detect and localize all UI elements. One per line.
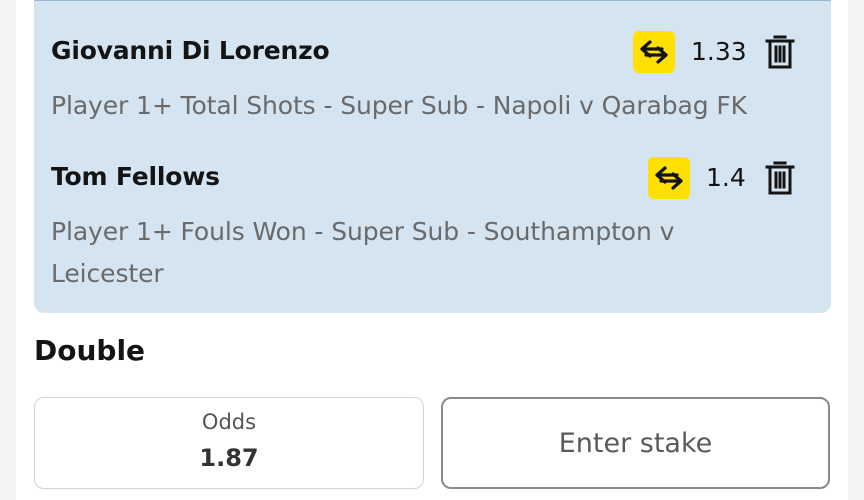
remove-selection-button[interactable] — [763, 160, 797, 196]
selection-odds: 1.4 — [706, 163, 746, 192]
selection-odds: 1.33 — [691, 37, 747, 66]
swap-selection-button[interactable] — [633, 31, 675, 73]
swap-arrows-icon — [640, 40, 668, 64]
trash-icon — [765, 161, 795, 195]
selection-name: Tom Fellows — [51, 162, 220, 191]
selection-market: Player 1+ Fouls Won - Super Sub - Southa… — [51, 217, 675, 246]
selections-panel: Giovanni Di Lorenzo 1.33 Player 1+ Total… — [34, 0, 831, 313]
swap-arrows-icon — [655, 166, 683, 190]
stake-placeholder: Enter stake — [558, 427, 713, 459]
swap-selection-button[interactable] — [648, 157, 690, 199]
stake-input[interactable]: Enter stake — [441, 397, 830, 489]
remove-selection-button[interactable] — [763, 34, 797, 70]
selection-market-continued: Leicester — [51, 259, 164, 288]
bet-type-title: Double — [34, 334, 146, 367]
odds-label: Odds — [201, 410, 257, 434]
combined-odds-box: Odds 1.87 — [34, 397, 424, 489]
odds-value: 1.87 — [199, 444, 259, 472]
trash-icon — [765, 35, 795, 69]
selection-market: Player 1+ Total Shots - Super Sub - Napo… — [51, 91, 747, 120]
selection-name: Giovanni Di Lorenzo — [51, 36, 330, 65]
